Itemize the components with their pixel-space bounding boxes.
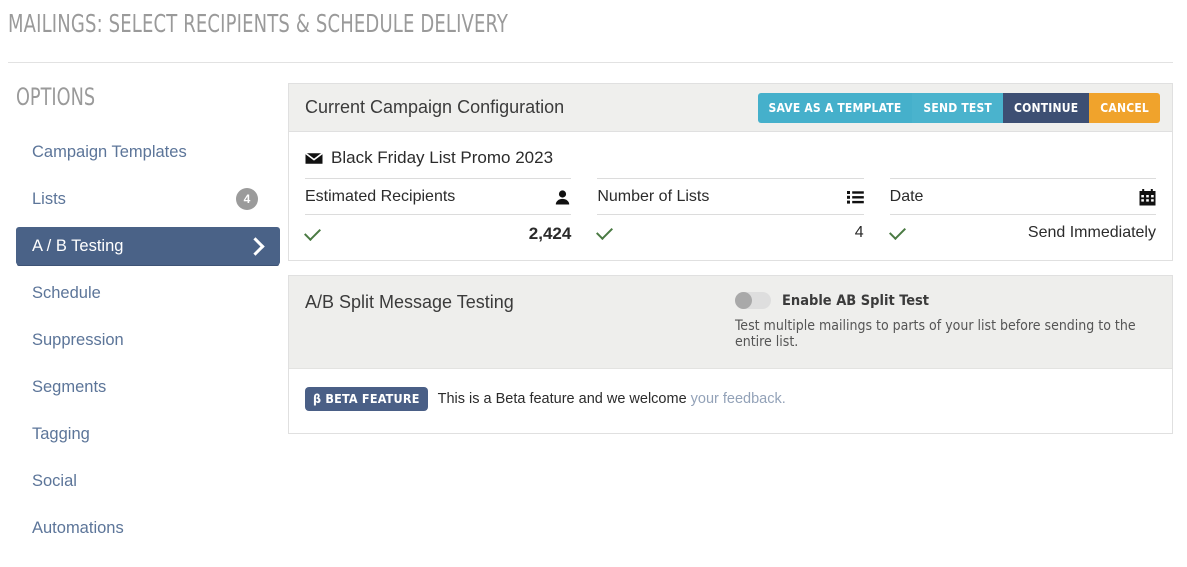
card-body: Black Friday List Promo 2023 Estimated R… xyxy=(289,132,1172,260)
calendar-icon xyxy=(1139,188,1156,206)
sidebar-item-automations[interactable]: Automations xyxy=(16,509,280,547)
stat-header: Date xyxy=(889,178,1156,214)
check-icon xyxy=(304,223,321,241)
feedback-link[interactable]: your feedback. xyxy=(691,391,786,407)
sidebar-item-schedule[interactable]: Schedule xyxy=(16,274,280,312)
stat-value-row: Send Immediately xyxy=(888,214,1156,244)
beta-feature-text: This is a Beta feature and we welcome xyxy=(437,391,687,407)
lists-count-badge: 4 xyxy=(236,188,258,210)
stat-value: Send Immediately xyxy=(1027,224,1156,241)
ab-card-title: A/B Split Message Testing xyxy=(305,292,514,312)
chevron-right-icon xyxy=(246,236,265,256)
sidebar-item-label: Social xyxy=(32,471,77,490)
enable-ab-split-test-toggle[interactable] xyxy=(735,292,771,309)
card-action-buttons: SAVE AS A TEMPLATE SEND TEST CONTINUE CA… xyxy=(757,92,1160,123)
campaign-name: Black Friday List Promo 2023 xyxy=(331,148,554,167)
stat-label: Date xyxy=(889,188,924,205)
ab-split-testing-card: A/B Split Message Testing Enable AB Spli… xyxy=(288,275,1173,434)
ab-description: Test multiple mailings to parts of your … xyxy=(735,318,1136,350)
campaign-stats: Estimated Recipients 2,424 Number of Lis… xyxy=(304,178,1156,246)
main-content: Current Campaign Configuration SAVE AS A… xyxy=(288,83,1187,448)
stat-estimated-recipients: Estimated Recipients 2,424 xyxy=(304,178,597,246)
sidebar-item-label: Tagging xyxy=(32,424,90,443)
person-icon xyxy=(554,189,571,206)
sidebar-item-label: Lists xyxy=(32,189,66,208)
sidebar-item-label: Suppression xyxy=(32,330,124,349)
cancel-button[interactable]: CANCEL xyxy=(1089,92,1160,123)
sidebar-item-ab-testing[interactable]: A / B Testing xyxy=(16,227,280,265)
sidebar-item-label: A / B Testing xyxy=(32,236,124,255)
list-icon xyxy=(846,190,864,204)
save-as-template-button[interactable]: SAVE AS A TEMPLATE xyxy=(757,92,913,123)
check-icon xyxy=(888,222,906,240)
stat-value-row: 4 xyxy=(596,214,864,244)
envelope-icon xyxy=(305,152,323,165)
sidebar-item-social[interactable]: Social xyxy=(16,462,280,500)
card-title: Current Campaign Configuration xyxy=(305,97,565,117)
sidebar-item-lists[interactable]: Lists 4 xyxy=(16,180,280,218)
stat-date: Date Send Immediately xyxy=(888,178,1156,246)
sidebar-item-segments[interactable]: Segments xyxy=(16,368,280,406)
stat-header: Estimated Recipients xyxy=(305,178,572,214)
sidebar-item-tagging[interactable]: Tagging xyxy=(16,415,280,453)
stat-value-row: 2,424 xyxy=(304,214,572,246)
ab-toggle-section: Enable AB Split Test Test multiple maili… xyxy=(735,292,1156,350)
ab-card-body: β BETA FEATURE This is a Beta feature an… xyxy=(289,369,1172,433)
sidebar-item-label: Campaign Templates xyxy=(32,142,187,161)
stat-label: Estimated Recipients xyxy=(305,188,456,205)
stat-value: 4 xyxy=(854,224,864,241)
stat-header: Number of Lists xyxy=(597,178,864,214)
campaign-name-row: Black Friday List Promo 2023 xyxy=(305,144,1156,178)
sidebar-title: OPTIONS xyxy=(16,83,96,111)
campaign-configuration-card: Current Campaign Configuration SAVE AS A… xyxy=(288,83,1173,261)
page-layout: OPTIONS Campaign Templates Lists 4 A / B… xyxy=(0,63,1187,556)
sidebar-item-label: Schedule xyxy=(32,283,101,302)
toggle-knob xyxy=(735,292,752,309)
continue-button[interactable]: CONTINUE xyxy=(1003,92,1090,123)
beta-feature-badge: β BETA FEATURE xyxy=(305,387,428,411)
check-icon xyxy=(596,222,614,240)
sidebar-item-label: Segments xyxy=(32,377,107,396)
card-header: Current Campaign Configuration SAVE AS A… xyxy=(289,84,1172,132)
page-header: MAILINGS: SELECT RECIPIENTS & SCHEDULE D… xyxy=(0,0,1187,38)
sidebar-item-suppression[interactable]: Suppression xyxy=(16,321,280,359)
page-title: MAILINGS: SELECT RECIPIENTS & SCHEDULE D… xyxy=(8,9,509,38)
stat-label: Number of Lists xyxy=(597,188,710,205)
ab-toggle-row: Enable AB Split Test xyxy=(735,292,1156,309)
ab-card-header: A/B Split Message Testing Enable AB Spli… xyxy=(289,276,1172,369)
sidebar-item-campaign-templates[interactable]: Campaign Templates xyxy=(16,133,280,171)
stat-number-of-lists: Number of Lists 4 xyxy=(596,178,889,246)
toggle-label: Enable AB Split Test xyxy=(782,292,930,309)
sidebar: OPTIONS Campaign Templates Lists 4 A / B… xyxy=(0,83,288,556)
stat-value: 2,424 xyxy=(528,224,572,243)
send-test-button[interactable]: SEND TEST xyxy=(912,92,1003,123)
sidebar-item-label: Automations xyxy=(32,518,124,537)
